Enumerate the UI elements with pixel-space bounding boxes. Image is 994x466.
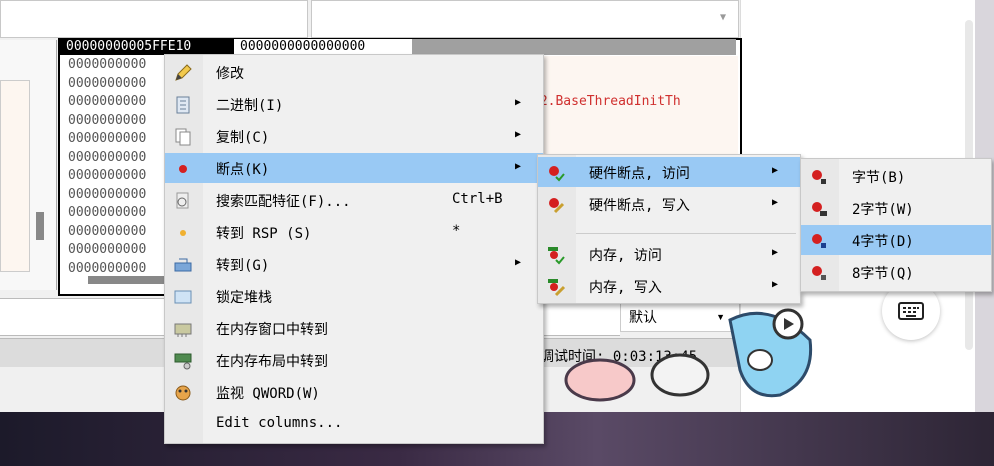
watch-icon [173,383,193,403]
context-menu-item-label: 锁定堆栈 [216,290,272,306]
context-menu-item[interactable]: 断点(K) ▶ [165,153,543,183]
context-menu-item[interactable]: 在内存布局中转到 [165,345,543,375]
address-row[interactable]: 0000000000 [68,130,168,149]
context-menu-item[interactable]: 在内存窗口中转到 [165,313,543,343]
mem-write-icon [546,277,566,297]
address-row[interactable]: 0000000000 [68,56,168,75]
goto-icon [173,255,193,275]
context-menu-item-label: 搜索匹配特征(F)... [216,194,351,210]
context-menu-item-label: 断点(K) [216,162,270,178]
context-menu-item-label: 转到(G) [216,258,270,274]
context-menu-item-label: 监视 QWORD(W) [216,386,320,402]
context-menu-item[interactable]: 二进制(I) ▶ [165,89,543,119]
keyboard-icon [898,302,924,320]
size-menu-item-label: 字节(B) [852,170,906,186]
scroll-down-arrow-icon[interactable]: ▼ [720,12,726,23]
context-menu-item-label: Edit columns... [216,415,343,431]
submenu-arrow-icon: ▶ [771,247,778,258]
breakpoint-menu-item-label: 硬件断点, 访问 [589,166,690,182]
size-submenu: 字节(B) 2字节(W) 4字节(D) 8字节(Q) [800,158,992,292]
shortcut-label: * [452,223,461,239]
context-menu-item-label: 转到 RSP (S) [216,226,312,242]
dword-icon [809,231,829,251]
memory-window-icon [173,319,193,339]
breakpoint-menu-item[interactable]: 硬件断点, 访问 ▶ [538,157,800,187]
star-icon [173,223,193,243]
size-menu-item[interactable]: 字节(B) [801,161,991,191]
size-menu-item-label: 8字节(Q) [852,266,914,282]
menu-separator [576,233,796,234]
lock-stack-icon [173,287,193,307]
address-row[interactable]: 0000000000 [68,223,168,242]
address-row[interactable]: 0000000000 [68,241,168,260]
size-menu-item[interactable]: 8字节(Q) [801,257,991,287]
shortcut-label: Ctrl+B [452,191,503,207]
pencil-icon [173,63,193,83]
context-menu-item[interactable]: 搜索匹配特征(F)... Ctrl+B [165,185,543,215]
copy-icon [173,127,193,147]
context-menu: 修改二进制(I) ▶ 复制(C) ▶ 断点(K) ▶ 搜索匹配特征(F)... Ctrl+B 转… [164,54,544,444]
context-menu-item[interactable]: 锁定堆栈 [165,281,543,311]
breakpoint-menu-item[interactable]: 硬件断点, 写入 ▶ [538,189,800,219]
address-row[interactable]: 0000000000 [68,93,168,112]
context-menu-item-label: 复制(C) [216,130,270,146]
selected-address-cell[interactable]: 00000000005FFE10 [60,39,236,55]
hw-write-icon [546,195,566,215]
context-menu-item[interactable]: 修改 [165,57,543,87]
breakpoint-menu-item-label: 内存, 写入 [589,280,662,296]
comment-header [412,39,736,55]
context-menu-item-label: 在内存布局中转到 [216,354,328,370]
registers-inner-pane [0,80,30,272]
word-icon [809,199,829,219]
context-menu-item[interactable]: 转到(G) ▶ [165,249,543,279]
submenu-arrow-icon: ▶ [514,161,521,172]
breakpoint-menu-item[interactable]: 内存, 写入 ▶ [538,271,800,301]
address-row[interactable]: 0000000000 [68,186,168,205]
size-menu-item-label: 2字节(W) [852,202,914,218]
size-menu-item[interactable]: 4字节(D) [801,225,991,255]
qword-icon [809,263,829,283]
search-pattern-icon [173,191,193,211]
breakpoint-icon [173,159,193,179]
address-row[interactable]: 0000000000 [68,204,168,223]
mascot-image [564,308,813,402]
breakpoint-menu-item-label: 硬件断点, 写入 [589,198,690,214]
context-menu-item-label: 在内存窗口中转到 [216,322,328,338]
context-menu-item-label: 修改 [216,66,244,82]
context-menu-item[interactable]: 复制(C) ▶ [165,121,543,151]
submenu-arrow-icon: ▶ [771,165,778,176]
size-menu-item[interactable]: 2字节(W) [801,193,991,223]
byte-icon [809,167,829,187]
submenu-arrow-icon: ▶ [514,257,521,268]
size-menu-item-label: 4字节(D) [852,234,914,250]
breakpoint-menu-item[interactable]: 内存, 访问 ▶ [538,239,800,269]
hw-access-icon [546,163,566,183]
context-menu-item[interactable]: Edit columns... [165,409,543,439]
top-left-pane [0,0,308,38]
binary-icon [173,95,193,115]
submenu-arrow-icon: ▶ [771,279,778,290]
address-row[interactable]: 0000000000 [68,167,168,186]
context-menu-item[interactable]: 转到 RSP (S) * [165,217,543,247]
mem-access-icon [546,245,566,265]
memory-layout-icon [173,351,193,371]
address-column: 0000000000 0000000000 0000000000 0000000000… [68,56,168,278]
context-menu-item-label: 二进制(I) [216,98,284,114]
breakpoint-submenu: 硬件断点, 访问 ▶ 硬件断点, 写入 ▶ 内存, 访问 ▶ 内存, 写入 ▶ [537,154,801,304]
value-cell[interactable]: 0000000000000000 [234,39,416,55]
registers-scroll-thumb[interactable] [36,212,44,240]
top-right-pane [311,0,739,38]
comment-text: 32.BaseThreadInitTh [532,94,681,109]
horizontal-scroll-thumb[interactable] [88,276,168,284]
breakpoint-menu-item-label: 内存, 访问 [589,248,662,264]
submenu-arrow-icon: ▶ [771,197,778,208]
address-row[interactable]: 0000000000 [68,112,168,131]
address-row[interactable]: 0000000000 [68,75,168,94]
submenu-arrow-icon: ▶ [514,129,521,140]
context-menu-item[interactable]: 监视 QWORD(W) [165,377,543,407]
submenu-arrow-icon: ▶ [514,97,521,108]
address-row[interactable]: 0000000000 [68,149,168,168]
